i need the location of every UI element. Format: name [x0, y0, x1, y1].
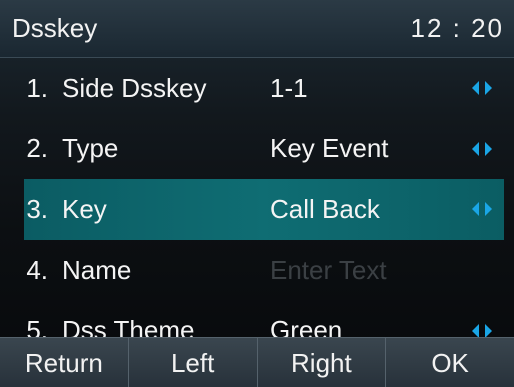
item-value: Call Back	[270, 193, 380, 224]
arrow-left-icon[interactable]	[472, 141, 479, 156]
softkey-bar: Return Left Right OK	[0, 337, 514, 387]
item-value: Key Event	[270, 133, 389, 164]
left-right-arrows-icon[interactable]	[472, 323, 492, 338]
item-label: Name	[62, 254, 132, 285]
item-number: 1.	[26, 72, 48, 103]
item-label: Side Dsskey	[62, 72, 207, 103]
item-label: Type	[62, 133, 119, 164]
list-item-side-dsskey[interactable]: 1. Side Dsskey 1-1	[0, 58, 514, 119]
title-bar: Dsskey 12 : 20	[0, 0, 514, 58]
name-input[interactable]: Enter Text	[270, 255, 387, 286]
list-item-name[interactable]: 4. Name Enter Text	[0, 240, 514, 301]
left-right-arrows-icon[interactable]	[472, 141, 492, 156]
item-number: 3.	[26, 193, 48, 224]
page-title: Dsskey	[12, 13, 98, 43]
list-item-key[interactable]: 3. Key Call Back	[24, 179, 504, 240]
arrow-left-icon[interactable]	[472, 202, 479, 217]
item-value: 1-1	[270, 72, 308, 103]
left-right-arrows-icon[interactable]	[472, 202, 492, 217]
arrow-right-icon[interactable]	[485, 141, 492, 156]
item-label: Key	[62, 193, 107, 224]
return-softkey[interactable]: Return	[0, 338, 129, 387]
left-softkey[interactable]: Left	[129, 338, 258, 387]
item-number: 2.	[26, 133, 48, 164]
arrow-left-icon[interactable]	[472, 323, 479, 338]
arrow-right-icon[interactable]	[485, 323, 492, 338]
right-softkey[interactable]: Right	[258, 338, 387, 387]
arrow-left-icon[interactable]	[472, 81, 479, 96]
list-item-type[interactable]: 2. Type Key Event	[0, 119, 514, 180]
arrow-right-icon[interactable]	[485, 202, 492, 217]
left-right-arrows-icon[interactable]	[472, 81, 492, 96]
ok-softkey[interactable]: OK	[386, 338, 514, 387]
settings-list: 1. Side Dsskey 1-1 2. Type Key Event 3. …	[0, 58, 514, 361]
item-number: 4.	[26, 254, 48, 285]
clock: 12 : 20	[410, 13, 504, 43]
phone-screen: Dsskey 12 : 20 1. Side Dsskey 1-1 2. Typ…	[0, 0, 514, 387]
arrow-right-icon[interactable]	[485, 81, 492, 96]
